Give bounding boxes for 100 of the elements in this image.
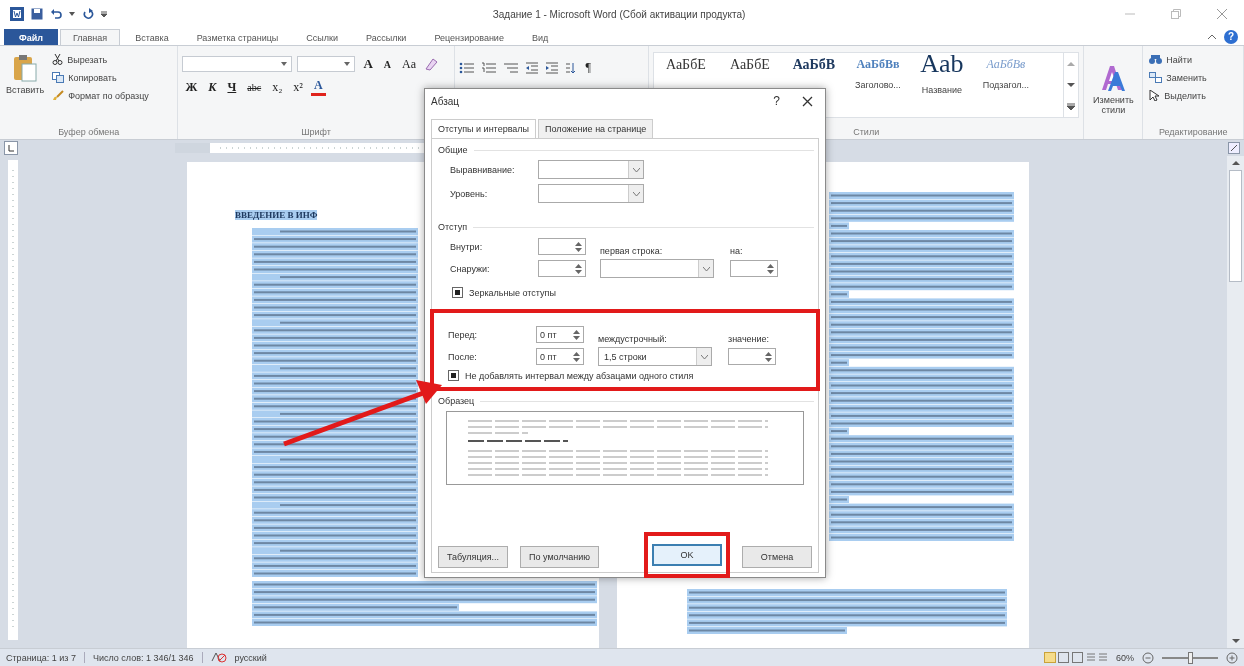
help-button[interactable]: ? bbox=[773, 94, 780, 108]
bullet-list-icon[interactable] bbox=[458, 61, 475, 74]
font-tool-button[interactable]: Ч bbox=[224, 79, 240, 95]
spin-arrows-icon bbox=[573, 351, 580, 362]
binoculars-icon bbox=[1149, 54, 1163, 65]
field-label: Внутри: bbox=[450, 241, 484, 252]
dialog-button[interactable]: По умолчанию bbox=[520, 546, 599, 568]
font-tool-button[interactable]: x² bbox=[290, 79, 306, 95]
ribbon-tab[interactable]: Вид bbox=[518, 29, 562, 45]
level-dropdown[interactable] bbox=[538, 184, 644, 203]
page-count[interactable]: Страница: 1 из 7 bbox=[6, 652, 76, 663]
dialog-tab[interactable]: Отступы и интервалы bbox=[431, 119, 537, 138]
font-size-field[interactable] bbox=[297, 56, 356, 72]
style-option[interactable]: АаБбЕ bbox=[653, 53, 718, 117]
ribbon-tab[interactable]: Файл bbox=[4, 29, 58, 45]
format-painter-button[interactable]: Формат по образцу bbox=[50, 88, 151, 103]
decrease-indent-icon[interactable] bbox=[524, 61, 539, 74]
copy-button[interactable]: Копировать bbox=[50, 70, 151, 85]
tab-selector-icon[interactable] bbox=[4, 141, 18, 155]
font-name-field[interactable] bbox=[182, 56, 293, 72]
style-option[interactable]: Aab Название bbox=[909, 53, 974, 117]
word-count[interactable]: Число слов: 1 346/1 346 bbox=[92, 652, 194, 663]
font-tool-button[interactable]: x₂ bbox=[269, 79, 286, 95]
save-icon[interactable] bbox=[31, 8, 43, 20]
window-title: Задание 1 - Microsoft Word (Сбой активации продукта) bbox=[491, 8, 747, 20]
ribbon-tab[interactable]: Рассылки bbox=[353, 29, 420, 45]
scissors-icon bbox=[52, 54, 64, 65]
cursor-icon bbox=[1149, 90, 1161, 101]
style-option[interactable]: АаБбВв Подзагол... bbox=[973, 53, 1038, 117]
spacing-value-spinbox[interactable] bbox=[728, 348, 776, 365]
outside-indent-spinbox[interactable] bbox=[538, 260, 586, 277]
change-styles-button[interactable]: Изменить стили bbox=[1088, 50, 1139, 119]
indent-by-spinbox[interactable] bbox=[730, 260, 778, 277]
collapse-ribbon-icon[interactable] bbox=[1208, 34, 1216, 40]
style-option[interactable]: АаБбВв Заголово... bbox=[845, 53, 910, 117]
before-spinbox[interactable]: 0 пт bbox=[536, 326, 584, 343]
alignment-dropdown[interactable] bbox=[538, 160, 644, 179]
vertical-scrollbar[interactable] bbox=[1227, 156, 1244, 648]
inside-indent-spinbox[interactable] bbox=[538, 238, 586, 255]
dialog-button[interactable]: Отмена bbox=[742, 546, 812, 568]
field-label: междустрочный: bbox=[598, 334, 668, 344]
group-label: Стили bbox=[852, 127, 881, 137]
language[interactable]: русский bbox=[234, 652, 267, 663]
section-title: Образец bbox=[438, 396, 475, 406]
after-spinbox[interactable]: 0 пт bbox=[536, 348, 584, 365]
document-heading: ВВЕДЕНИЕ В ИНФ bbox=[235, 210, 318, 220]
dialog-button[interactable]: OK bbox=[652, 544, 722, 566]
zoom-in-icon[interactable] bbox=[1226, 651, 1238, 664]
sort-icon[interactable] bbox=[564, 61, 577, 74]
scroll-down-icon[interactable] bbox=[1067, 81, 1076, 88]
font-tool-button[interactable]: A bbox=[380, 58, 395, 70]
caret-icon bbox=[632, 167, 640, 172]
zoom-level[interactable]: 60% bbox=[1116, 652, 1134, 663]
font-tool-button[interactable]: abc bbox=[244, 81, 265, 93]
font-tool-button[interactable]: A bbox=[310, 78, 326, 96]
font-tool-button[interactable]: К bbox=[205, 79, 220, 95]
multilevel-list-icon[interactable] bbox=[502, 61, 519, 74]
ribbon-tab[interactable]: Ссылки bbox=[293, 29, 351, 45]
font-tool-button[interactable]: Ж bbox=[182, 79, 201, 95]
ribbon-tab[interactable]: Разметка страницы bbox=[183, 29, 292, 45]
style-option[interactable]: АаБбВ bbox=[781, 53, 846, 117]
field-label: После: bbox=[448, 351, 478, 362]
increase-indent-icon[interactable] bbox=[544, 61, 559, 74]
cut-button[interactable]: Вырезать bbox=[50, 52, 151, 67]
line-spacing-dropdown[interactable]: 1,5 строки bbox=[598, 347, 712, 366]
replace-button[interactable]: Заменить bbox=[1147, 70, 1239, 85]
ruler-toggle-icon[interactable] bbox=[1228, 142, 1240, 154]
caret-icon[interactable] bbox=[69, 12, 75, 16]
view-buttons-icon[interactable] bbox=[1044, 652, 1108, 663]
show-formatting-button[interactable]: ¶ bbox=[582, 60, 594, 75]
checkbox[interactable] bbox=[452, 287, 463, 298]
undo-icon[interactable] bbox=[50, 8, 62, 20]
dialog-button[interactable]: Табуляция... bbox=[438, 546, 509, 568]
more-icon[interactable] bbox=[1067, 102, 1076, 110]
checkbox[interactable] bbox=[448, 370, 459, 381]
caret-icon bbox=[700, 354, 708, 359]
paste-button[interactable]: Вставить bbox=[4, 50, 47, 103]
clear-formatting-icon[interactable] bbox=[424, 57, 439, 71]
ribbon-tab[interactable]: Рецензирование bbox=[421, 29, 517, 45]
select-button[interactable]: Выделить bbox=[1147, 88, 1239, 103]
customize-caret-icon[interactable] bbox=[101, 11, 107, 17]
scroll-up-icon[interactable] bbox=[1231, 160, 1240, 166]
proofing-icon[interactable] bbox=[210, 652, 227, 663]
first-line-dropdown[interactable] bbox=[600, 259, 714, 278]
font-tool-button[interactable]: A bbox=[360, 56, 376, 72]
find-button[interactable]: Найти bbox=[1147, 52, 1239, 67]
help-button[interactable]: ? bbox=[1224, 30, 1238, 44]
numbered-list-icon[interactable] bbox=[480, 61, 497, 74]
ribbon-tab[interactable]: Вставка bbox=[122, 29, 182, 45]
copy-icon bbox=[52, 72, 65, 83]
scrollbar-thumb[interactable] bbox=[1229, 170, 1242, 282]
dialog-tab[interactable]: Положение на странице bbox=[538, 119, 654, 138]
zoom-slider-thumb[interactable] bbox=[1188, 651, 1193, 664]
redo-icon[interactable] bbox=[82, 8, 94, 20]
close-icon[interactable] bbox=[802, 95, 813, 107]
font-tool-button[interactable]: Aa bbox=[399, 56, 420, 72]
scroll-down-icon[interactable] bbox=[1231, 638, 1240, 644]
field-label: Уровень: bbox=[450, 188, 489, 199]
ribbon-tab[interactable]: Главная bbox=[59, 29, 121, 45]
zoom-out-icon[interactable] bbox=[1142, 651, 1154, 664]
